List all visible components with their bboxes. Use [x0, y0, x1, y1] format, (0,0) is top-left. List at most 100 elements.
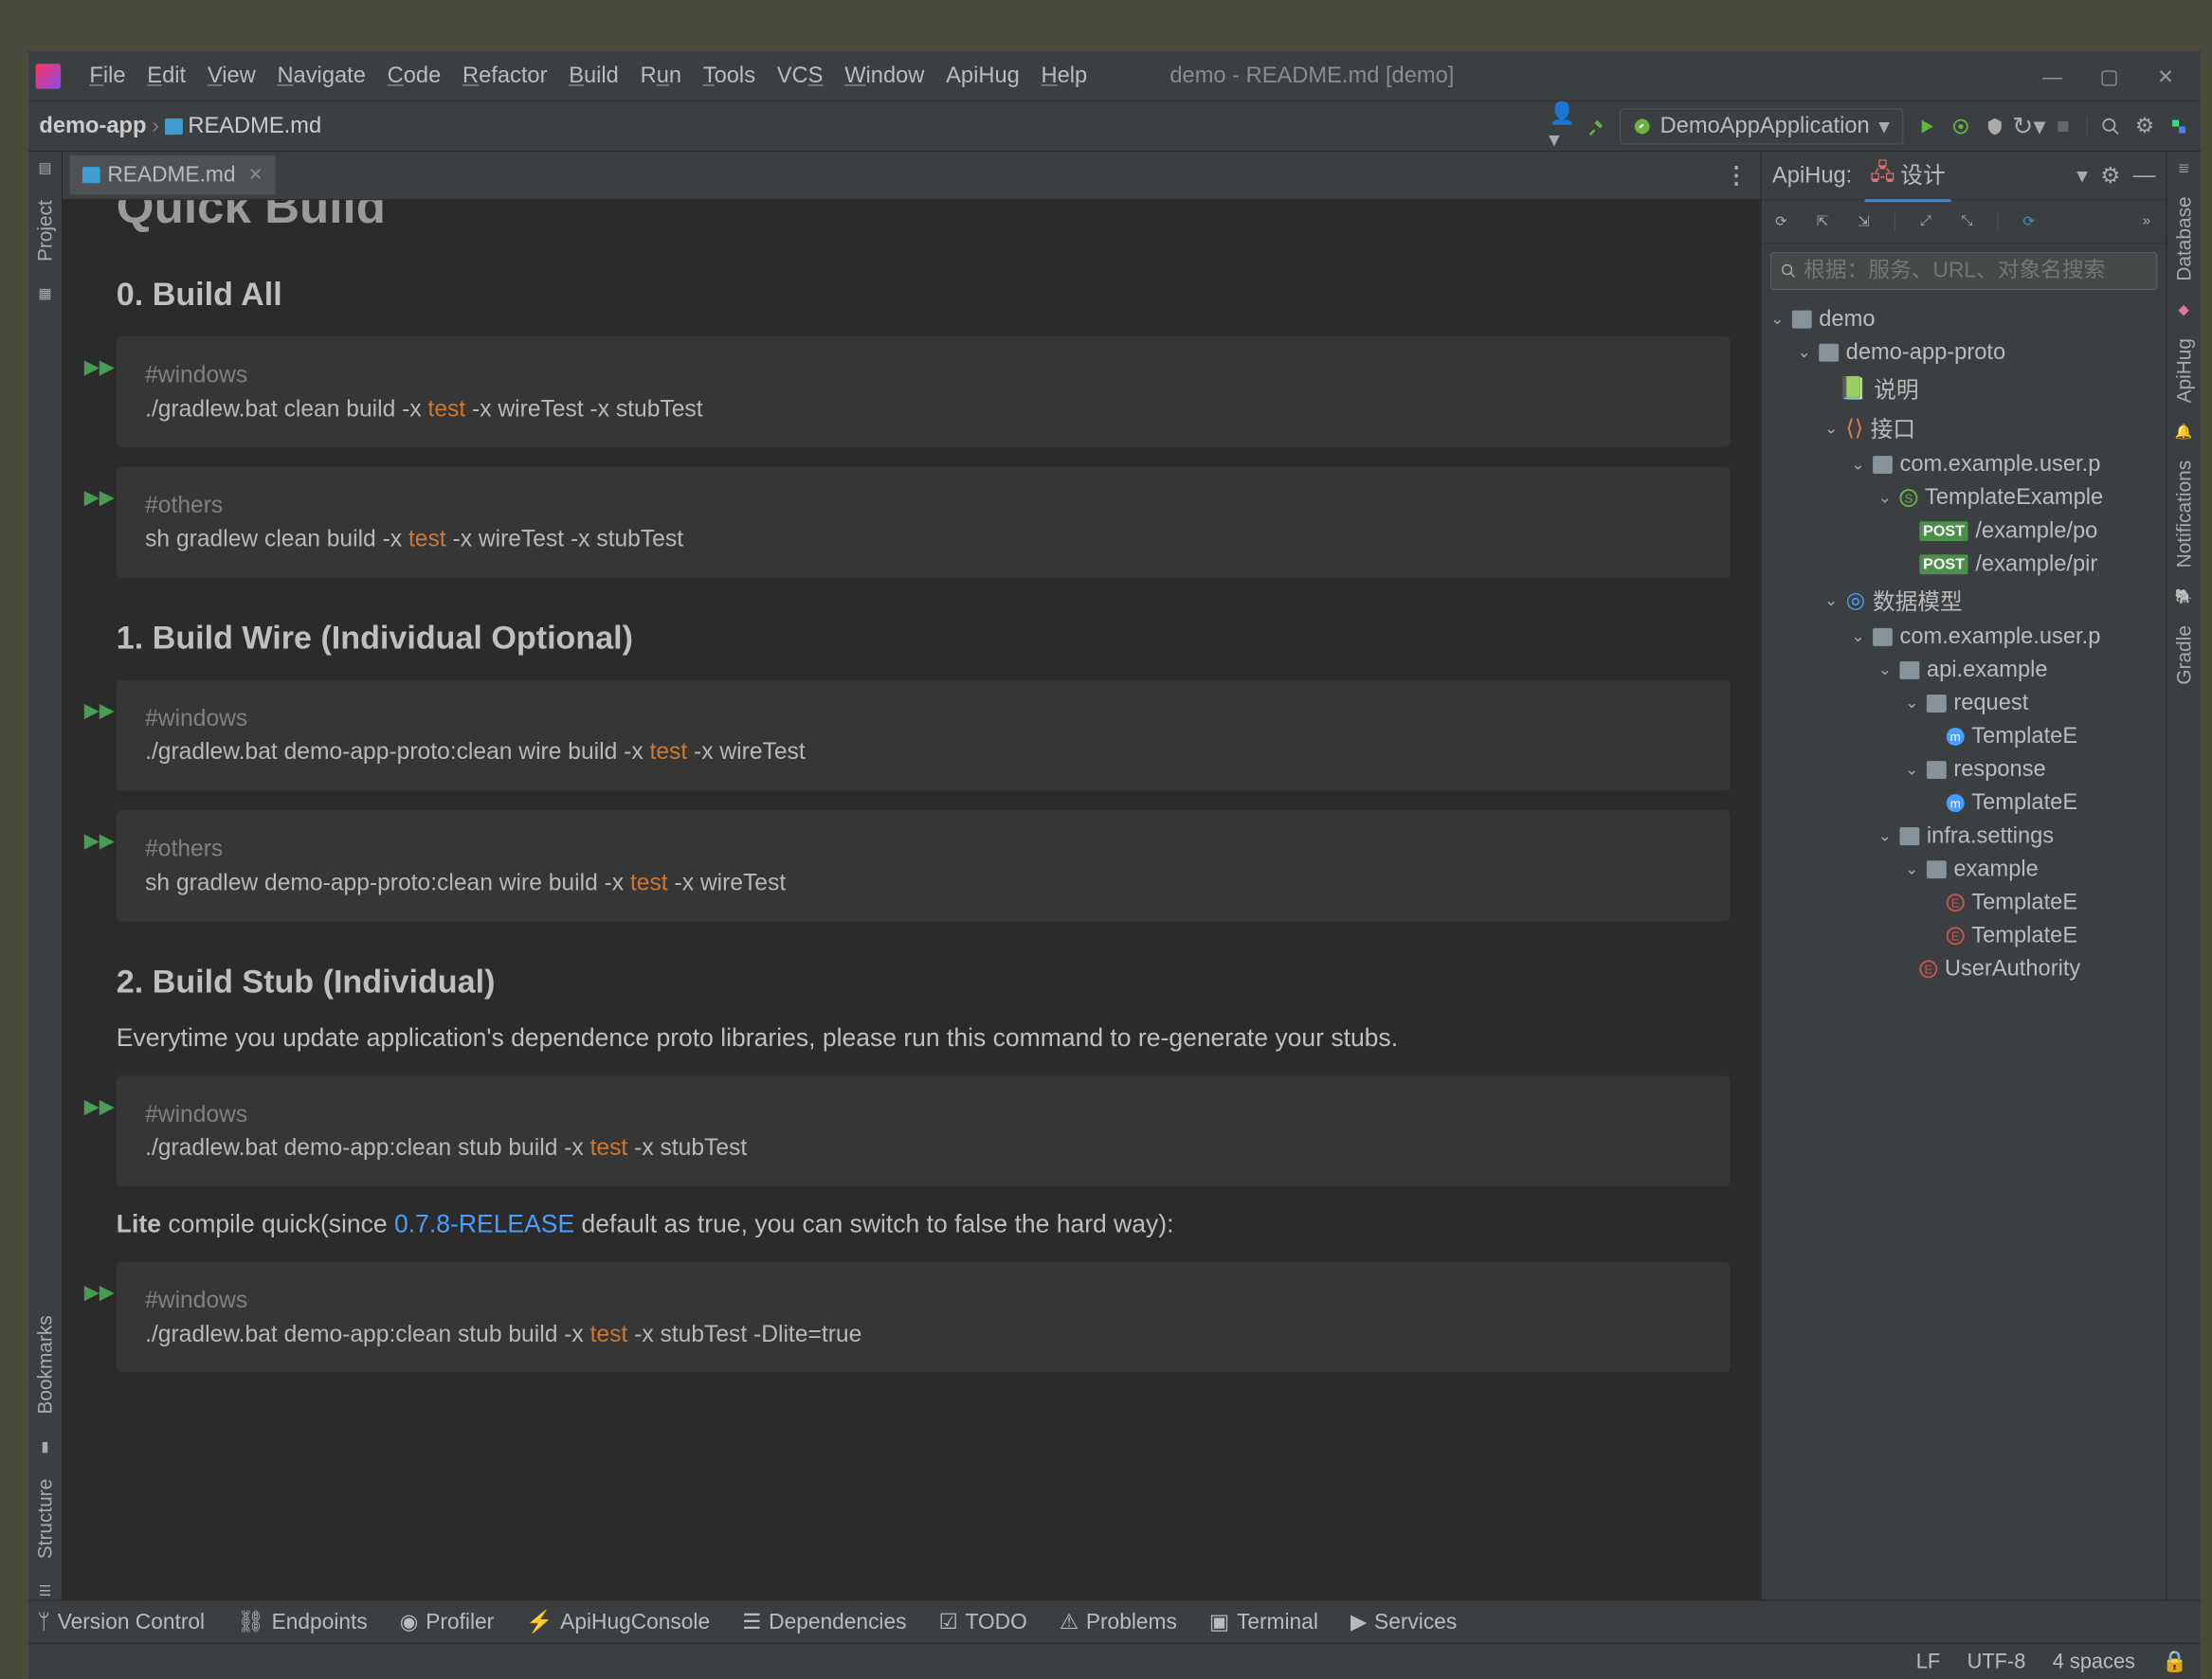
tree-node[interactable]: com.example.user.p	[1899, 451, 2100, 477]
apihug-tool-button[interactable]: ApiHug	[2172, 334, 2196, 409]
expand-icon[interactable]: ⌄	[1851, 455, 1865, 474]
database-icon[interactable]: ≣	[2178, 159, 2190, 177]
tree-node[interactable]: api.example	[1927, 657, 2048, 682]
notifications-tool-button[interactable]: Notifications	[2172, 455, 2196, 573]
run-more-icon[interactable]: ↻▾	[2018, 116, 2040, 137]
breadcrumb-file[interactable]: README.md	[188, 113, 321, 138]
expand-icon[interactable]: ⌄	[1905, 694, 1919, 713]
tree-node[interactable]: example	[1953, 856, 2038, 881]
run-gutter-icon[interactable]: ▶▶	[84, 1092, 115, 1120]
tree-node[interactable]: TemplateExample	[1925, 484, 2103, 510]
expand-icon[interactable]: ⌄	[1905, 760, 1919, 779]
apihug-tree[interactable]: ⌄demo ⌄demo-app-proto 📗说明 ⌄⟨⟩接口 ⌄com.exa…	[1762, 298, 2167, 1599]
run-gutter-icon[interactable]: ▶▶	[84, 352, 115, 381]
search-input[interactable]	[1804, 259, 2148, 284]
tree-node[interactable]: 接口	[1871, 412, 1915, 444]
expand-icon[interactable]: ⌄	[1824, 591, 1839, 610]
menu-help[interactable]: Help	[1030, 58, 1097, 95]
lock-icon[interactable]: 🔒	[2162, 1650, 2187, 1674]
run-gutter-icon[interactable]: ▶▶	[84, 483, 115, 512]
tree-node[interactable]: 数据模型	[1873, 585, 1963, 617]
run-gutter-icon[interactable]: ▶▶	[84, 696, 115, 725]
menu-vcs[interactable]: VCS	[766, 58, 833, 95]
apihug-search[interactable]	[1770, 252, 2157, 290]
bookmark-icon[interactable]: ▮	[41, 1437, 48, 1455]
vcs-tool-button[interactable]: ᛘVersion Control	[37, 1609, 205, 1634]
bell-icon[interactable]: 🔔	[2175, 423, 2193, 441]
tab-more-icon[interactable]: ⋮	[1725, 161, 1749, 189]
structure-icon[interactable]: ☰	[39, 1582, 52, 1600]
tree-node[interactable]: TemplateE	[1971, 889, 2077, 914]
refresh-icon[interactable]: ⟳	[1770, 210, 1792, 232]
tree-node[interactable]: TemplateE	[1971, 723, 2077, 749]
gradle-tool-button[interactable]: Gradle	[2172, 621, 2196, 691]
run-config-selector[interactable]: DemoAppApplication ▾	[1620, 108, 1903, 144]
project-tool-button[interactable]: Project	[33, 195, 57, 267]
status-line-separator[interactable]: LF	[1916, 1650, 1940, 1674]
expand-icon[interactable]: ⌄	[1824, 419, 1839, 438]
tree-node[interactable]: infra.settings	[1927, 822, 2054, 848]
expand-out-icon[interactable]: ⤢	[1915, 210, 1937, 232]
run-gutter-icon[interactable]: ▶▶	[84, 826, 115, 855]
close-icon[interactable]: ✕	[2157, 65, 2179, 87]
expand-icon[interactable]: ⇲	[1853, 210, 1875, 232]
status-encoding[interactable]: UTF-8	[1967, 1650, 2026, 1674]
services-tool-button[interactable]: ▶Services	[1351, 1609, 1457, 1634]
markdown-preview[interactable]: Quick Build 0. Build All ▶▶ #windows ./g…	[63, 200, 1761, 1599]
tab-readme[interactable]: README.md ✕	[70, 154, 276, 196]
dependencies-tool-button[interactable]: ☰Dependencies	[742, 1609, 906, 1634]
menu-build[interactable]: Build	[558, 58, 629, 95]
menu-file[interactable]: File	[79, 58, 136, 95]
tree-node[interactable]: TemplateE	[1971, 923, 2077, 948]
structure-tool-button[interactable]: Structure	[33, 1473, 57, 1564]
breadcrumb-root[interactable]: demo-app	[39, 113, 146, 138]
user-icon[interactable]: 👤▾	[1551, 116, 1573, 137]
expand-icon[interactable]: ⌄	[1878, 660, 1893, 679]
expand-icon[interactable]: ⌄	[1798, 343, 1812, 362]
run-gutter-icon[interactable]: ▶▶	[84, 1277, 115, 1306]
menu-window[interactable]: Window	[834, 58, 935, 95]
menu-navigate[interactable]: Navigate	[266, 58, 376, 95]
tree-node[interactable]: demo	[1819, 306, 1875, 332]
maximize-icon[interactable]: ▢	[2100, 65, 2122, 87]
endpoints-tool-button[interactable]: ⛓Endpoints	[237, 1609, 368, 1634]
minimize-panel-icon[interactable]: —	[2133, 162, 2156, 188]
tree-node[interactable]: UserAuthority	[1945, 956, 2080, 982]
collapse-in-icon[interactable]: ⤡	[1956, 210, 1978, 232]
coverage-icon[interactable]	[1985, 116, 2006, 137]
breadcrumb[interactable]: demo-app › README.md	[39, 113, 321, 138]
stop-icon[interactable]	[2052, 116, 2074, 137]
expand-icon[interactable]: ⌄	[1878, 826, 1893, 845]
tree-node[interactable]: com.example.user.p	[1899, 623, 2100, 649]
tree-node[interactable]: /example/po	[1975, 517, 2097, 543]
gradle-icon[interactable]: 🐘	[2175, 587, 2193, 605]
sync-icon[interactable]: ⟳	[2018, 210, 2040, 232]
menu-run[interactable]: Run	[629, 58, 692, 95]
folder-icon[interactable]: ▦	[38, 285, 51, 303]
release-link[interactable]: 0.7.8-RELEASE	[394, 1209, 574, 1237]
expand-icon[interactable]: ⌄	[1878, 488, 1893, 507]
menu-edit[interactable]: Edit	[136, 58, 197, 95]
debug-icon[interactable]	[1950, 116, 1972, 137]
tab-close-icon[interactable]: ✕	[248, 163, 263, 186]
expand-icon[interactable]: ⌄	[1770, 310, 1785, 329]
todo-tool-button[interactable]: ☑TODO	[939, 1609, 1027, 1634]
tree-node[interactable]: TemplateE	[1971, 789, 2077, 815]
tree-node[interactable]: 说明	[1874, 372, 1918, 405]
more-icon[interactable]: »	[2136, 210, 2158, 232]
settings-gear-icon[interactable]: ⚙	[2134, 116, 2156, 137]
menu-view[interactable]: View	[196, 58, 266, 95]
terminal-tool-button[interactable]: ▣Terminal	[1209, 1609, 1318, 1634]
chevron-down-icon[interactable]: ▾	[2076, 162, 2088, 189]
tree-node[interactable]: demo-app-proto	[1846, 339, 2005, 365]
design-tab[interactable]: 🖧 设计	[1865, 150, 1951, 202]
project-folder-icon[interactable]: ▤	[38, 159, 51, 177]
collapse-icon[interactable]: ⇱	[1812, 210, 1834, 232]
tree-node[interactable]: /example/pir	[1975, 551, 2097, 576]
menu-refactor[interactable]: Refactor	[452, 58, 558, 95]
tree-node[interactable]: request	[1953, 690, 2028, 715]
expand-icon[interactable]: ⌄	[1905, 859, 1919, 878]
database-tool-button[interactable]: Database	[2172, 191, 2196, 287]
gear-icon[interactable]: ⚙	[2100, 162, 2120, 189]
tree-node[interactable]: response	[1953, 756, 2045, 782]
